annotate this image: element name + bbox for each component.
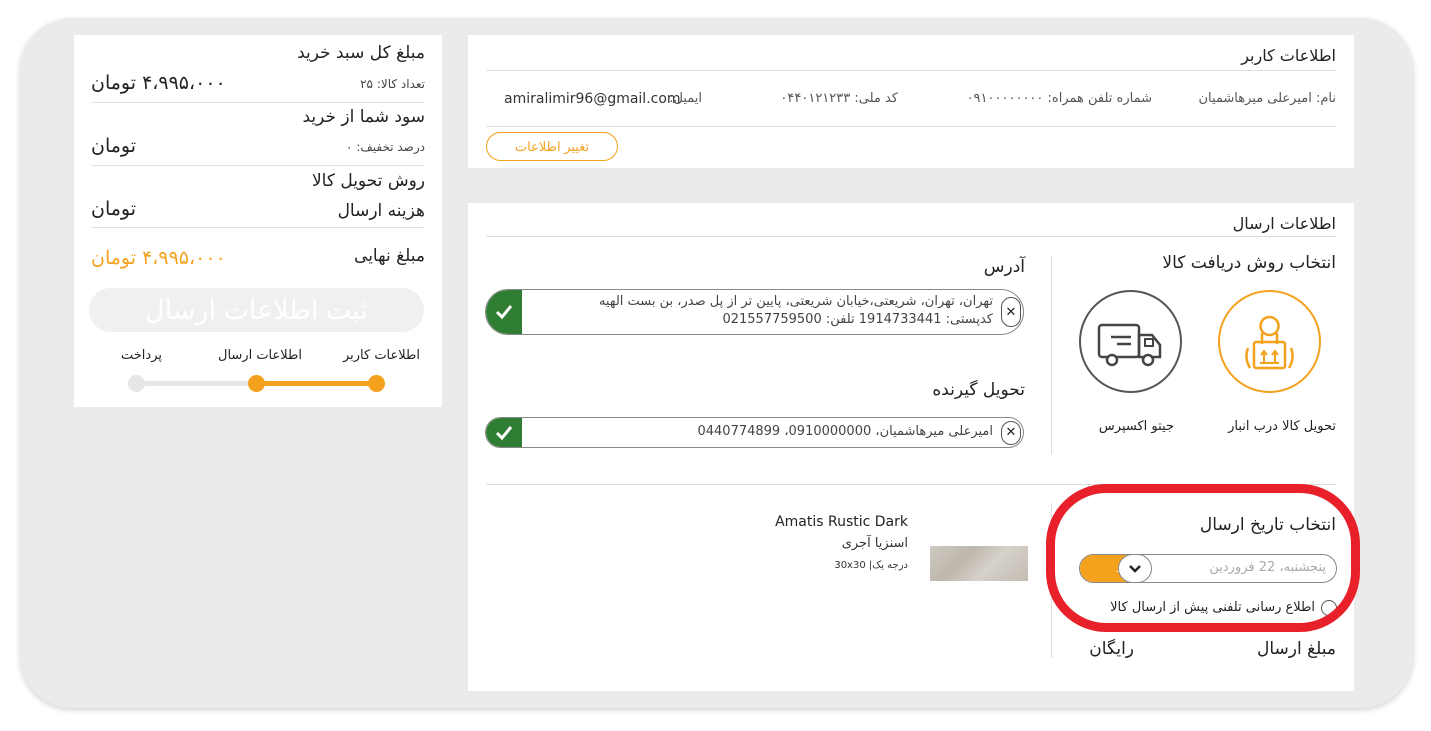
user-info-card: اطلاعات کاربر نام: امیرعلی میرهاشمیان شم… bbox=[468, 35, 1354, 168]
recipient-confirm-check[interactable] bbox=[486, 418, 522, 447]
method-express-label: جیتو اکسپرس bbox=[1098, 419, 1174, 434]
user-info-title: اطلاعات کاربر bbox=[1241, 46, 1336, 65]
user-phone: شماره تلفن همراه: ۰۹۱۰۰۰۰۰۰۰۰ bbox=[966, 91, 1152, 106]
step-payment: پرداخت bbox=[121, 348, 162, 363]
shipping-info-card: اطلاعات ارسال انتخاب روش دریافت کالا تحو… bbox=[468, 203, 1354, 691]
divider bbox=[91, 102, 425, 103]
shipping-cost-label: هزینه ارسال bbox=[337, 201, 425, 221]
shipping-cost-value: رایگان bbox=[1089, 639, 1134, 659]
stepper-track-pending bbox=[137, 381, 257, 386]
product-thumbnail bbox=[930, 546, 1028, 581]
warehouse-package-icon bbox=[1245, 315, 1294, 370]
recipient-selector[interactable]: ✕ امیرعلی میرهاشمیان، 0910000000، 044077… bbox=[485, 417, 1024, 448]
address-confirm-check[interactable] bbox=[486, 290, 522, 334]
method-express[interactable] bbox=[1079, 290, 1182, 393]
final-amount-label: مبلغ نهایی bbox=[354, 246, 425, 266]
product-category: اسنزیا آجری bbox=[841, 536, 908, 551]
check-icon bbox=[495, 425, 513, 440]
address-selector[interactable]: ✕ تهران، تهران، شریعتی،خیابان شریعتی، پا… bbox=[485, 289, 1024, 335]
date-dropdown-toggle[interactable] bbox=[1118, 554, 1152, 583]
shipping-cost-amount: تومان bbox=[91, 198, 137, 220]
divider bbox=[91, 227, 425, 228]
divider bbox=[486, 70, 1336, 71]
chevron-down-icon bbox=[1129, 564, 1141, 573]
divider bbox=[486, 236, 1336, 237]
address-remove-icon[interactable]: ✕ bbox=[1001, 297, 1021, 327]
address-line-2: کدپستی: 1914733441 تلفن: 021557759500 bbox=[722, 312, 993, 327]
delivery-method-heading: انتخاب روش دریافت کالا bbox=[1162, 253, 1336, 273]
divider bbox=[91, 165, 425, 166]
shipping-date-heading: انتخاب تاریخ ارسال bbox=[1199, 515, 1336, 535]
recipient-text: امیرعلی میرهاشمیان، 0910000000، 04407748… bbox=[697, 424, 993, 439]
cart-total-label: مبلغ کل سبد خرید bbox=[297, 43, 425, 63]
profit-amount: تومان bbox=[91, 135, 137, 157]
shipping-date-value: پنجشنبه، 22 فروردین bbox=[1209, 560, 1326, 575]
step-shipping-info: اطلاعات ارسال bbox=[218, 348, 302, 363]
shipping-info-title: اطلاعات ارسال bbox=[1232, 214, 1336, 233]
address-heading: آدرس bbox=[983, 257, 1025, 277]
shipping-cost-label: مبلغ ارسال bbox=[1256, 639, 1336, 659]
item-count: تعداد کالا: ۲۵ bbox=[360, 77, 425, 91]
divider bbox=[486, 484, 1336, 485]
product-name: Amatis Rustic Dark bbox=[775, 514, 908, 530]
delivery-method-label: روش تحویل کالا bbox=[311, 171, 425, 191]
step-dot-shipping bbox=[248, 375, 265, 392]
submit-shipping-button[interactable]: ثبت اطلاعات ارسال bbox=[89, 288, 424, 332]
method-warehouse-label: تحویل کالا درب انبار bbox=[1228, 419, 1336, 434]
phone-notify-label: اطلاع رسانی تلفنی پیش از ارسال کالا bbox=[1110, 600, 1315, 615]
user-email: amiralimir96@gmail.com bbox=[504, 91, 681, 107]
shipping-date-select[interactable]: تایید پنجشنبه، 22 فروردین bbox=[1079, 554, 1337, 583]
discount-percent: درصد تخفیف: ۰ bbox=[346, 140, 425, 154]
product-grade: درجه یک| 30x30 bbox=[834, 560, 908, 571]
edit-info-button[interactable]: تغییر اطلاعات bbox=[486, 132, 618, 161]
step-user-info: اطلاعات کاربر bbox=[342, 348, 420, 363]
final-amount: ۴،۹۹۵،۰۰۰ تومان bbox=[91, 247, 226, 269]
method-warehouse[interactable] bbox=[1218, 290, 1321, 393]
check-icon bbox=[495, 305, 513, 320]
phone-notify-radio[interactable] bbox=[1321, 600, 1337, 616]
profit-label: سود شما از خرید bbox=[302, 107, 425, 127]
step-dot-payment bbox=[128, 375, 145, 392]
address-line-1: تهران، تهران، شریعتی،خیابان شریعتی، پایی… bbox=[598, 294, 993, 309]
user-name: نام: امیرعلی میرهاشمیان bbox=[1198, 91, 1336, 106]
recipient-remove-icon[interactable]: ✕ bbox=[1001, 420, 1021, 445]
cart-total-amount: ۴،۹۹۵،۰۰۰ تومان bbox=[91, 72, 226, 94]
user-national-code: کد ملی: ۰۴۴۰۱۲۱۲۳۳ bbox=[780, 91, 898, 106]
stepper-track-done bbox=[257, 381, 377, 386]
delivery-truck-icon bbox=[1097, 323, 1162, 367]
order-summary-card: مبلغ کل سبد خرید تعداد کالا: ۲۵ ۴،۹۹۵،۰۰… bbox=[74, 35, 442, 407]
vertical-divider bbox=[1051, 256, 1052, 454]
divider bbox=[486, 126, 1336, 127]
step-dot-user bbox=[368, 375, 385, 392]
vertical-divider bbox=[1051, 503, 1052, 658]
recipient-heading: تحویل گیرنده bbox=[932, 380, 1025, 400]
